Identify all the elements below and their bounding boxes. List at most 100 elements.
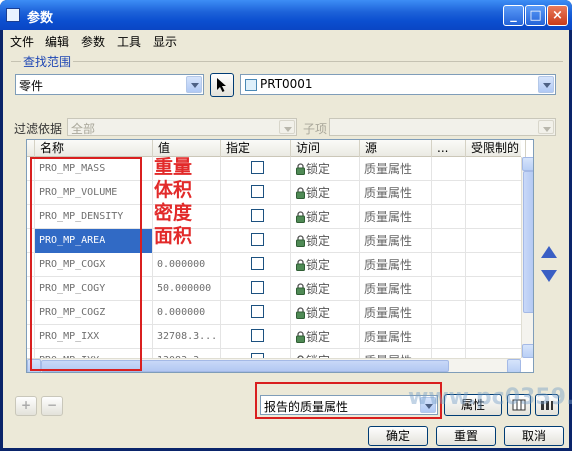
select-pointer-button[interactable] (210, 73, 234, 97)
model-select[interactable]: PRT0001 (240, 74, 556, 95)
column-header-more[interactable]: ... (432, 140, 466, 157)
restricted-cell (466, 205, 521, 229)
plus-icon: + (20, 398, 32, 412)
chevron-down-icon (186, 76, 202, 93)
designate-checkbox[interactable] (251, 185, 264, 198)
annotation-label-area: 面积 (154, 225, 193, 247)
access-cell[interactable]: 锁定 (291, 301, 360, 325)
scroll-down-button[interactable] (522, 344, 533, 358)
column-header-source[interactable]: 源 (360, 140, 432, 157)
search-scope-label: 查找范围 (21, 53, 74, 70)
designate-cell (221, 301, 291, 325)
sub-item-select[interactable] (329, 118, 556, 136)
designate-checkbox[interactable] (251, 257, 264, 270)
designate-checkbox[interactable] (251, 233, 264, 246)
access-cell[interactable]: 锁定 (291, 229, 360, 253)
access-value: 锁定 (306, 330, 331, 344)
close-button[interactable]: × (547, 5, 568, 26)
menu-tools[interactable]: 工具 (117, 33, 141, 50)
scroll-up-button[interactable] (522, 157, 533, 171)
column-header-designate[interactable]: 指定 (221, 140, 291, 157)
designate-cell (221, 181, 291, 205)
maximize-icon: □ (529, 8, 542, 23)
source-cell: 质量属性 (360, 205, 432, 229)
column-header-value[interactable]: 值 (153, 140, 221, 157)
access-value: 锁定 (306, 234, 331, 248)
more-cell (432, 301, 466, 325)
minimize-button[interactable]: _ (503, 5, 524, 26)
parameter-value-cell[interactable]: 0.000000 (153, 253, 221, 277)
watermark: www.pc0359.cn (408, 385, 572, 410)
more-cell (432, 205, 466, 229)
menu-file[interactable]: 文件 (10, 33, 34, 50)
remove-parameter-button[interactable]: − (41, 396, 63, 416)
restricted-cell (466, 277, 521, 301)
source-cell: 质量属性 (360, 181, 432, 205)
source-cell: 质量属性 (360, 229, 432, 253)
menu-parameters[interactable]: 参数 (81, 33, 105, 50)
more-cell (432, 325, 466, 349)
column-header-name[interactable]: 名称 (35, 140, 153, 157)
more-cell (432, 157, 466, 181)
designate-checkbox[interactable] (251, 281, 264, 294)
access-cell[interactable]: 锁定 (291, 181, 360, 205)
chevron-down-icon (538, 120, 554, 134)
designate-checkbox[interactable] (251, 209, 264, 222)
object-type-select[interactable]: 零件 (15, 74, 204, 95)
access-value: 锁定 (306, 210, 331, 224)
access-value: 锁定 (306, 306, 331, 320)
designate-checkbox[interactable] (251, 329, 264, 342)
source-cell: 质量属性 (360, 253, 432, 277)
dialog-client-area: 文件 编辑 参数 工具 显示 查找范围 零件 PRT0001 过滤依据 全部 子… (3, 30, 572, 448)
menu-display[interactable]: 显示 (153, 33, 177, 50)
access-cell[interactable]: 锁定 (291, 157, 360, 181)
access-value: 锁定 (306, 186, 331, 200)
access-cell[interactable]: 锁定 (291, 325, 360, 349)
source-cell: 质量属性 (360, 277, 432, 301)
parameter-value-cell[interactable]: 50.000000 (153, 277, 221, 301)
add-parameter-button[interactable]: + (15, 396, 37, 416)
dialog-window: 参数 _ □ × 文件 编辑 参数 工具 显示 查找范围 零件 PRT0001 (0, 0, 572, 451)
title-bar[interactable]: 参数 _ □ × (0, 0, 572, 30)
restricted-cell (466, 157, 521, 181)
lock-icon (296, 235, 305, 247)
minus-icon: − (46, 398, 58, 412)
access-cell[interactable]: 锁定 (291, 205, 360, 229)
restricted-cell (466, 253, 521, 277)
parameter-value-cell[interactable]: 32708.3... (153, 325, 221, 349)
vertical-scroll-thumb[interactable] (523, 171, 533, 313)
filter-value: 全部 (71, 122, 96, 136)
reset-button[interactable]: 重置 (436, 426, 496, 446)
search-scope-group-line (11, 61, 563, 62)
ok-button[interactable]: 确定 (368, 426, 428, 446)
ok-button-label: 确定 (385, 429, 410, 443)
restricted-cell (466, 229, 521, 253)
more-cell (432, 181, 466, 205)
designate-checkbox[interactable] (251, 161, 264, 174)
maximize-button[interactable]: □ (525, 5, 546, 26)
sub-item-label: 子项 (303, 122, 328, 136)
menu-edit[interactable]: 编辑 (45, 33, 69, 50)
cancel-button[interactable]: 取消 (504, 426, 564, 446)
filter-select[interactable]: 全部 (67, 118, 297, 136)
column-header-restricted[interactable]: 受限制的 (466, 140, 526, 157)
designate-cell (221, 253, 291, 277)
designate-cell (221, 325, 291, 349)
move-up-arrow-icon[interactable] (541, 246, 557, 258)
parameter-value-cell[interactable]: 0.000000 (153, 301, 221, 325)
column-header-access[interactable]: 访问 (291, 140, 360, 157)
designate-checkbox[interactable] (251, 305, 264, 318)
restricted-cell (466, 301, 521, 325)
lock-icon (296, 283, 305, 295)
designate-cell (221, 157, 291, 181)
access-cell[interactable]: 锁定 (291, 253, 360, 277)
more-cell (432, 229, 466, 253)
chevron-down-icon (279, 120, 295, 134)
access-cell[interactable]: 锁定 (291, 277, 360, 301)
vertical-scrollbar[interactable] (521, 157, 533, 358)
restricted-cell (466, 181, 521, 205)
move-down-arrow-icon[interactable] (541, 270, 557, 282)
scroll-right-button[interactable] (507, 359, 521, 372)
table-header: 名称 值 指定 访问 源 ... 受限制的 (27, 140, 526, 157)
menu-bar: 文件 编辑 参数 工具 显示 (3, 30, 569, 50)
